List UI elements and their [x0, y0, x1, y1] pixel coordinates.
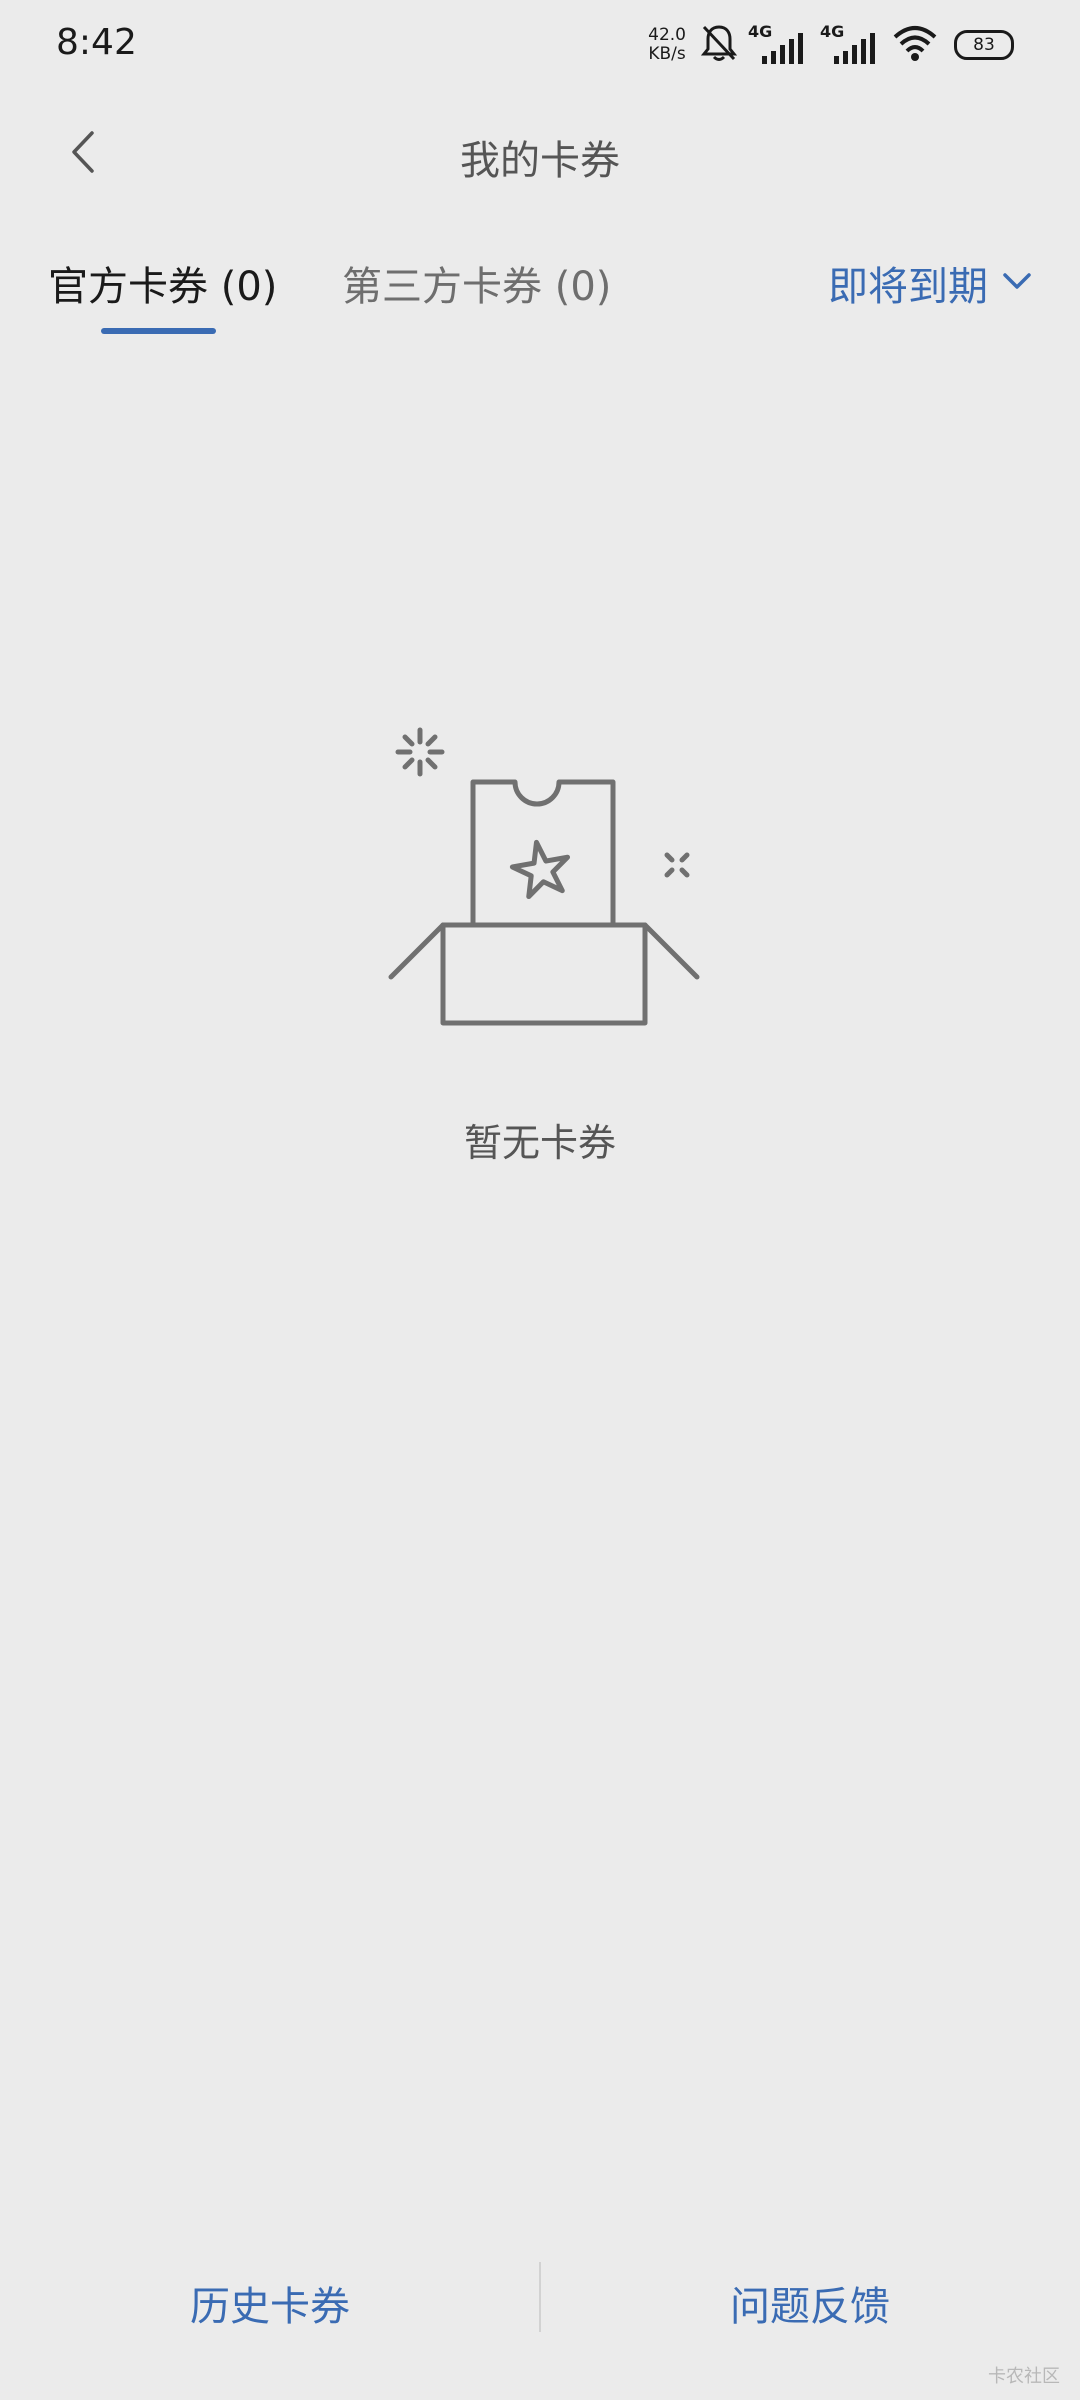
status-bar: 8:42 42.0 KB/s 4G 4G 83 — [0, 0, 1080, 88]
signal-icon: 4G — [820, 22, 882, 68]
sort-dropdown[interactable]: 即将到期 — [828, 254, 1032, 312]
header: 我的卡券 — [0, 88, 1080, 224]
watermark: 卡农社区 — [988, 2366, 1060, 2387]
tab-official-coupons[interactable]: 官方卡券 (0) — [48, 254, 277, 312]
page-title: 我的卡券 — [460, 138, 620, 184]
chevron-down-icon — [1002, 271, 1032, 295]
status-time: 8:42 — [56, 22, 137, 63]
tab-third-party-coupons[interactable]: 第三方卡券 (0) — [342, 254, 611, 312]
network-speed-unit: KB/s — [648, 44, 686, 64]
empty-box-ticket-icon — [385, 720, 705, 1030]
battery-level: 83 — [973, 35, 995, 55]
my-coupons-screen: 8:42 42.0 KB/s 4G 4G 83 我的卡券 官方卡券 (0) 第三… — [0, 0, 1080, 2400]
status-icons: 42.0 KB/s 4G 4G 83 — [648, 22, 1014, 68]
network-speed-value: 42.0 — [648, 25, 686, 45]
coupon-tabs: 官方卡券 (0) 第三方卡券 (0) 即将到期 — [0, 224, 1080, 344]
active-tab-indicator — [101, 328, 216, 334]
feedback-button[interactable]: 问题反馈 — [540, 2274, 1080, 2332]
network-speed: 42.0 KB/s — [648, 26, 686, 64]
bell-muted-icon — [700, 23, 738, 67]
wifi-icon — [892, 23, 938, 67]
bottom-bar: 历史卡券 问题反馈 卡农社区 — [0, 2220, 1080, 2400]
battery-icon: 83 — [954, 30, 1014, 60]
history-coupons-button[interactable]: 历史卡券 — [0, 2274, 540, 2332]
signal-icon: 4G — [748, 22, 810, 68]
empty-state-text: 暂无卡券 — [463, 1121, 616, 1165]
sort-label: 即将到期 — [828, 264, 988, 310]
